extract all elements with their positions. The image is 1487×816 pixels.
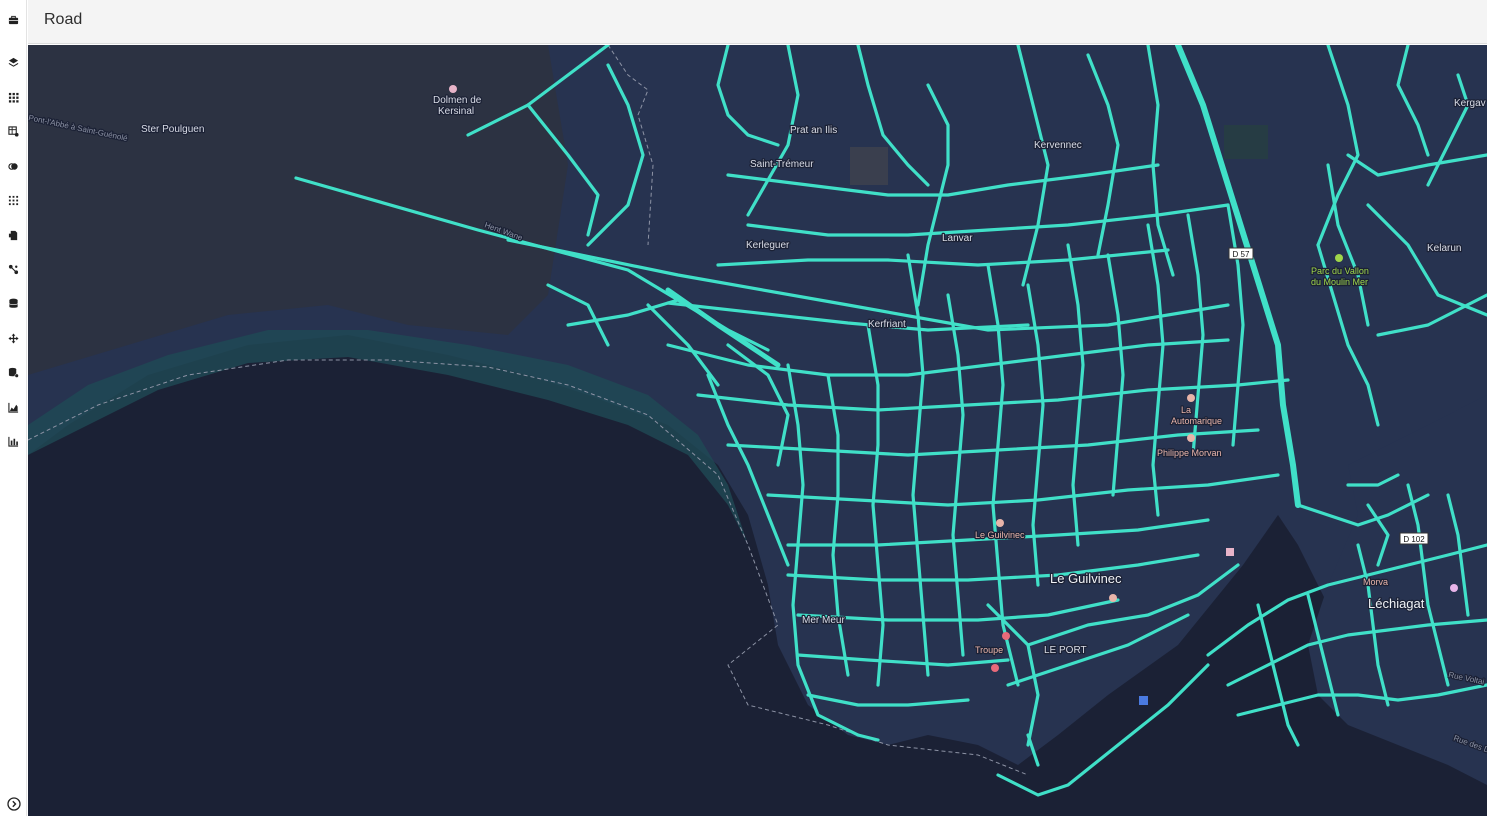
- area-chart-icon[interactable]: [4, 398, 23, 417]
- road-shield: D 102: [1399, 532, 1429, 545]
- place-label: Kervennec: [1034, 140, 1082, 151]
- map-view[interactable]: D 57 D 102 Ster Poulguen Dolmen de Kersi…: [28, 45, 1487, 816]
- grid-dots-icon[interactable]: [4, 88, 23, 107]
- map-canvas[interactable]: D 57 D 102 Ster Poulguen Dolmen de Kersi…: [28, 45, 1487, 816]
- town-label: Léchiagat: [1368, 596, 1425, 611]
- poi-label: Automarique: [1171, 416, 1222, 426]
- database-icon[interactable]: [4, 294, 23, 313]
- top-bar: Road: [28, 0, 1487, 44]
- town-label: Le Guilvinec: [1050, 571, 1122, 586]
- shield-label: D 102: [1403, 535, 1425, 544]
- place-label: Kergav: [1454, 98, 1486, 109]
- poi-icon[interactable]: [1187, 394, 1195, 402]
- poi-icon[interactable]: [1187, 434, 1195, 442]
- chevron-right-circle-icon[interactable]: [4, 794, 23, 813]
- place-label: Kerleguer: [746, 240, 790, 251]
- church-icon[interactable]: [1450, 584, 1458, 592]
- place-label: Dolmen de: [433, 95, 482, 106]
- file-icon[interactable]: [4, 226, 23, 245]
- shield-label: D 57: [1233, 250, 1250, 259]
- restaurant-icon[interactable]: [1002, 632, 1010, 640]
- poi-label: La: [1181, 405, 1191, 415]
- database-settings-icon[interactable]: [4, 363, 23, 382]
- place-label: Ster Poulguen: [141, 124, 204, 135]
- page-title: Road: [44, 11, 83, 28]
- briefcase-icon[interactable]: [4, 11, 23, 30]
- place-label: Kersinal: [438, 106, 474, 117]
- poi-label: Morva: [1363, 577, 1388, 587]
- poi-label: Le Guilvinec: [975, 530, 1025, 540]
- place-label: Prat an Ilis: [790, 125, 837, 136]
- poi-icon[interactable]: [1109, 594, 1117, 602]
- place-label: Lanvar: [942, 233, 973, 244]
- poi-icon[interactable]: [996, 519, 1004, 527]
- table-settings-icon[interactable]: [4, 122, 23, 141]
- tree-icon[interactable]: [1335, 254, 1343, 262]
- park-label: Parc du Vallon: [1311, 266, 1369, 276]
- restaurant-icon[interactable]: [991, 664, 999, 672]
- fuel-icon[interactable]: [1139, 696, 1148, 705]
- grid-small-icon[interactable]: [4, 191, 23, 210]
- bar-chart-icon[interactable]: [4, 432, 23, 451]
- park-area: [1224, 125, 1268, 159]
- building-block: [850, 147, 888, 185]
- layers-icon[interactable]: [4, 53, 23, 72]
- nodes-icon[interactable]: [4, 260, 23, 279]
- place-label: LE PORT: [1044, 645, 1087, 656]
- monument-icon[interactable]: [449, 85, 457, 93]
- shop-icon[interactable]: [1226, 548, 1234, 556]
- circles-icon[interactable]: [4, 157, 23, 176]
- road-shield: D 57: [1228, 247, 1254, 260]
- park-label: du Moulin Mer: [1311, 277, 1368, 287]
- poi-label: Philippe Morvan: [1157, 448, 1222, 458]
- place-label: Saint-Trémeur: [750, 159, 814, 170]
- place-label: Kerfriant: [868, 319, 906, 330]
- poi-label: Troupe: [975, 645, 1003, 655]
- place-label: Mer Meur: [802, 615, 845, 626]
- place-label: Kelarun: [1427, 243, 1461, 254]
- move-icon[interactable]: [4, 329, 23, 348]
- sidebar: [0, 0, 27, 816]
